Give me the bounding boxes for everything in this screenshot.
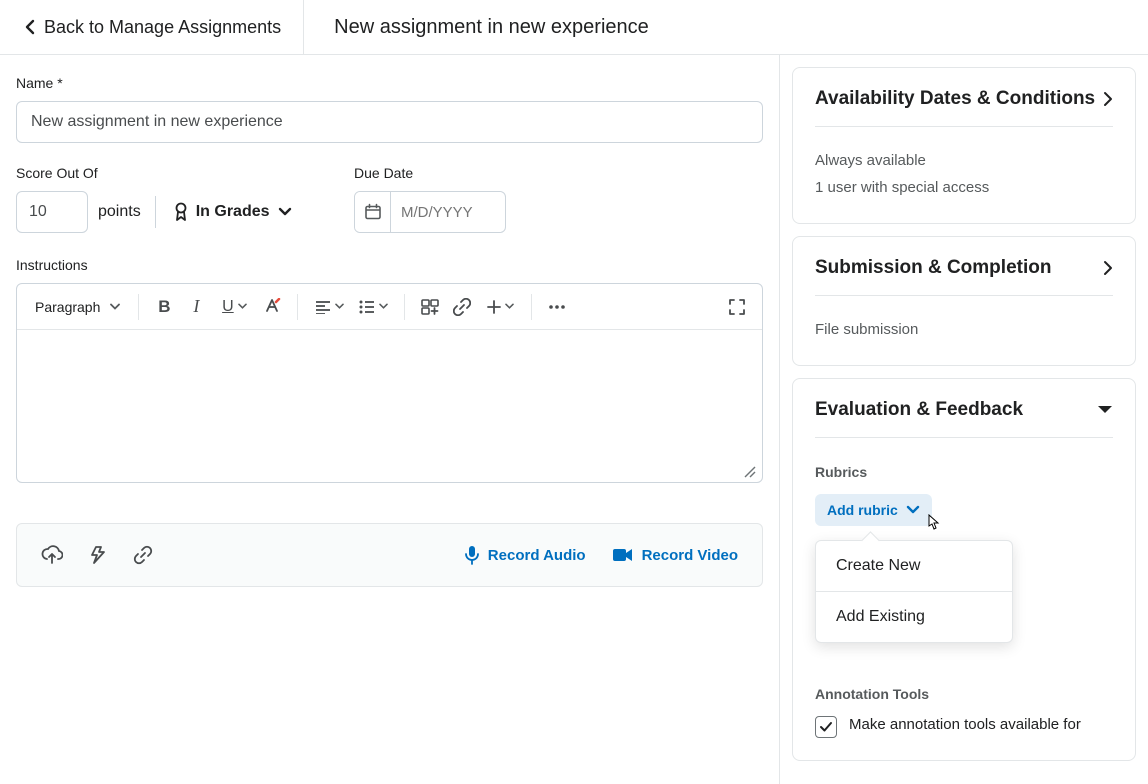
insert-link-button[interactable] [447,292,477,322]
microphone-icon [464,545,480,565]
chevron-right-icon [1103,260,1113,276]
in-grades-button[interactable]: In Grades [170,196,296,228]
align-button[interactable] [308,292,350,322]
evaluation-title: Evaluation & Feedback [815,399,1023,421]
name-label: Name * [16,75,763,91]
back-label: Back to Manage Assignments [44,17,281,38]
upload-button[interactable] [41,545,63,565]
points-label: points [98,203,141,221]
calendar-icon [364,203,382,221]
paragraph-label: Paragraph [35,299,100,315]
text-color-button[interactable] [257,292,287,322]
insert-more-button[interactable] [479,292,521,322]
separator [531,294,532,320]
duedate-input[interactable] [391,192,501,232]
create-new-option[interactable]: Create New [816,541,1012,591]
editor-textarea[interactable] [17,330,762,482]
name-input[interactable] [16,101,763,143]
attach-link-button[interactable] [133,545,153,565]
italic-icon: I [193,296,199,317]
bold-button[interactable]: B [149,292,179,322]
plus-icon [487,300,501,314]
quicklink-button[interactable] [89,545,107,565]
separator [404,294,405,320]
page-title: New assignment in new experience [304,16,649,39]
header-bar: Back to Manage Assignments New assignmen… [0,0,1148,55]
duedate-label: Due Date [354,165,506,181]
attachments-bar: Record Audio Record Video [16,523,763,587]
calendar-button[interactable] [355,192,391,232]
submission-panel: Submission & Completion File submission [792,236,1136,366]
chevron-down-icon [1097,405,1113,415]
instructions-label: Instructions [16,257,763,273]
score-label: Score Out Of [16,165,344,181]
submission-line1: File submission [815,316,1113,343]
chevron-down-icon [505,303,514,310]
annotation-checkbox[interactable] [815,716,837,738]
annotation-checkbox-label: Make annotation tools available for [849,716,1081,733]
editor-toolbar: Paragraph B I U [17,284,762,330]
text-color-icon [263,298,281,316]
link-icon [453,298,471,316]
record-video-button[interactable]: Record Video [612,547,738,564]
evaluation-header[interactable]: Evaluation & Feedback [815,399,1113,438]
annotation-heading: Annotation Tools [815,686,1113,702]
bullet-list-icon [359,300,375,314]
availability-title: Availability Dates & Conditions [815,88,1095,110]
in-grades-label: In Grades [196,203,270,221]
upload-icon [41,545,63,565]
ellipsis-icon [548,304,566,310]
fullscreen-icon [728,298,746,316]
bold-icon: B [158,297,170,317]
separator [138,294,139,320]
chevron-down-icon [906,505,920,515]
separator [297,294,298,320]
record-audio-label: Record Audio [488,547,586,564]
underline-icon: U [222,298,234,316]
chevron-down-icon [379,303,388,310]
record-audio-button[interactable]: Record Audio [464,545,586,565]
chevron-down-icon [238,303,247,310]
availability-line2: 1 user with special access [815,174,1113,201]
add-rubric-dropdown: Create New Add Existing [815,540,1013,643]
main-column: Name * Score Out Of points In Grades [0,55,780,784]
divider [155,196,156,228]
list-button[interactable] [352,292,394,322]
score-input[interactable] [16,191,88,233]
italic-button[interactable]: I [181,292,211,322]
availability-header[interactable]: Availability Dates & Conditions [815,88,1113,127]
availability-line1: Always available [815,147,1113,174]
add-rubric-label: Add rubric [827,502,898,518]
submission-header[interactable]: Submission & Completion [815,257,1113,296]
underline-button[interactable]: U [213,292,255,322]
link-icon [133,545,153,565]
insert-stuff-button[interactable] [415,292,445,322]
side-column: Availability Dates & Conditions Always a… [780,55,1148,784]
quicklink-icon [89,545,107,565]
chevron-down-icon [110,303,120,311]
submission-title: Submission & Completion [815,257,1051,279]
fullscreen-button[interactable] [722,292,752,322]
resize-handle-icon[interactable] [742,464,756,478]
check-icon [819,721,833,733]
ribbon-icon [174,202,188,222]
add-existing-option[interactable]: Add Existing [816,591,1012,642]
add-rubric-button[interactable]: Add rubric [815,494,932,526]
evaluation-panel: Evaluation & Feedback Rubrics Add rubric… [792,378,1136,761]
more-actions-button[interactable] [542,292,572,322]
chevron-down-icon [335,303,344,310]
chevron-left-icon [24,19,36,35]
chevron-down-icon [278,207,292,217]
video-icon [612,547,634,563]
availability-panel: Availability Dates & Conditions Always a… [792,67,1136,224]
chevron-right-icon [1103,91,1113,107]
insert-stuff-icon [421,299,439,315]
rich-text-editor: Paragraph B I U [16,283,763,483]
align-left-icon [315,300,331,314]
back-link[interactable]: Back to Manage Assignments [0,0,304,54]
record-video-label: Record Video [642,547,738,564]
paragraph-select[interactable]: Paragraph [27,295,128,319]
rubrics-heading: Rubrics [815,464,1113,480]
